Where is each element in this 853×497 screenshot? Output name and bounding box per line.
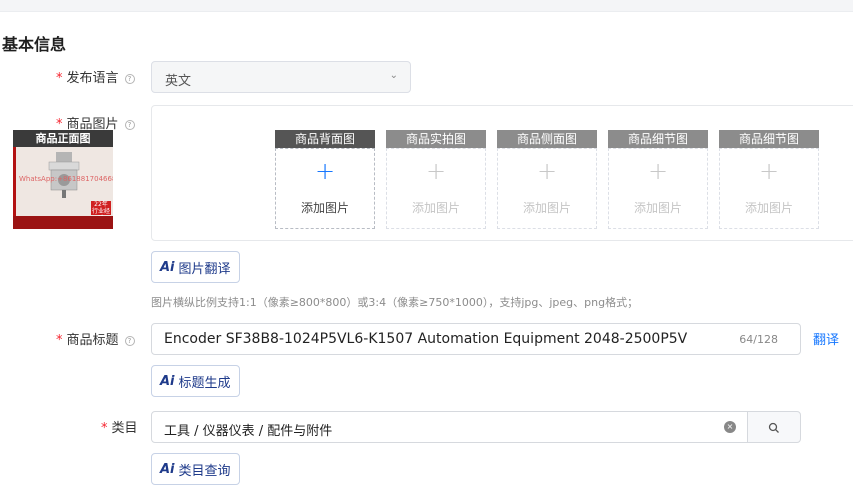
top-bar (0, 0, 853, 12)
language-label: * 发布语言? (56, 67, 135, 86)
title-generate-label: 标题生成 (178, 375, 231, 391)
language-label-text: 发布语言 (66, 71, 119, 86)
required-mark: * (56, 333, 63, 348)
thumb-watermark: WhatsApp:+8618817046688 (19, 175, 113, 183)
front-image-thumbnail[interactable]: 商品正面图 WhatsApp:+8618817046688 22年 行业经验 (13, 130, 113, 229)
plus-icon: + (758, 157, 780, 185)
title-label: * 商品标题? (56, 329, 135, 348)
add-image-text: 添加图片 (633, 201, 682, 215)
thumb-footer (13, 216, 113, 229)
image-slot-label: 商品细节图 (719, 130, 819, 148)
search-icon (768, 422, 779, 433)
image-slot-label: 商品实拍图 (386, 130, 486, 148)
add-image-text: 添加图片 (522, 201, 571, 215)
plus-icon: + (314, 157, 336, 185)
category-search-button[interactable] (747, 411, 801, 443)
clear-icon[interactable]: × (724, 421, 736, 433)
add-image-text: 添加图片 (744, 201, 793, 215)
language-select[interactable]: 英文 ⌄ (151, 61, 411, 93)
thumb-badge: 22年 行业经验 (91, 201, 111, 222)
language-select-value: 英文 (165, 74, 192, 89)
help-icon[interactable]: ? (124, 336, 135, 346)
image-slot-dropzone[interactable]: + 添加图片 (719, 148, 819, 229)
image-translate-label: 图片翻译 (178, 261, 231, 277)
add-image-text: 添加图片 (300, 201, 349, 215)
image-slot-detail-2[interactable]: 商品细节图 + 添加图片 (719, 130, 819, 247)
image-slot-label: 商品细节图 (608, 130, 708, 148)
category-value: 工具 / 仪器仪表 / 配件与附件 (164, 424, 333, 439)
ai-icon: Ai (160, 373, 175, 389)
plus-icon: + (647, 157, 669, 185)
product-title-input[interactable]: Encoder SF38B8-1024P5VL6-K1507 Automatio… (151, 323, 801, 355)
required-mark: * (101, 421, 108, 436)
ai-icon: Ai (160, 259, 175, 275)
image-slot-label: 商品背面图 (275, 130, 375, 148)
front-image-label: 商品正面图 (13, 130, 113, 147)
plus-icon: + (536, 157, 558, 185)
title-generate-button[interactable]: Ai 标题生成 (151, 365, 240, 397)
image-slot-side[interactable]: 商品侧面图 + 添加图片 (497, 130, 597, 247)
category-input[interactable]: 工具 / 仪器仪表 / 配件与附件 × (151, 411, 749, 443)
category-label: * 类目 (101, 417, 138, 436)
image-format-hint: 图片横纵比例支持1:1（像素≥800*800）或3:4（像素≥750*1000）… (151, 296, 639, 309)
category-query-label: 类目查询 (178, 463, 231, 479)
chevron-down-icon: ⌄ (389, 70, 398, 81)
char-counter: 64/128 (739, 333, 778, 346)
category-query-button[interactable]: Ai 类目查询 (151, 453, 240, 485)
help-icon[interactable]: ? (124, 120, 135, 130)
image-slot-dropzone[interactable]: + 添加图片 (497, 148, 597, 229)
help-icon[interactable]: ? (124, 74, 135, 84)
plus-icon: + (425, 157, 447, 185)
required-mark: * (56, 71, 63, 86)
translate-link[interactable]: 翻译 (813, 329, 839, 348)
image-slot-dropzone[interactable]: + 添加图片 (275, 148, 375, 229)
image-slot-dropzone[interactable]: + 添加图片 (386, 148, 486, 229)
ai-icon: Ai (160, 461, 175, 477)
image-slot-back[interactable]: 商品背面图 + 添加图片 (275, 130, 375, 247)
title-label-text: 商品标题 (66, 333, 119, 348)
image-slot-dropzone[interactable]: + 添加图片 (608, 148, 708, 229)
image-translate-button[interactable]: Ai 图片翻译 (151, 251, 240, 283)
add-image-text: 添加图片 (411, 201, 460, 215)
image-slot-real-shot[interactable]: 商品实拍图 + 添加图片 (386, 130, 486, 247)
category-label-text: 类目 (111, 421, 138, 436)
image-slot-label: 商品侧面图 (497, 130, 597, 148)
product-title-value: Encoder SF38B8-1024P5VL6-K1507 Automatio… (164, 331, 688, 347)
image-slot-detail-1[interactable]: 商品细节图 + 添加图片 (608, 130, 708, 247)
section-title: 基本信息 (2, 35, 67, 54)
